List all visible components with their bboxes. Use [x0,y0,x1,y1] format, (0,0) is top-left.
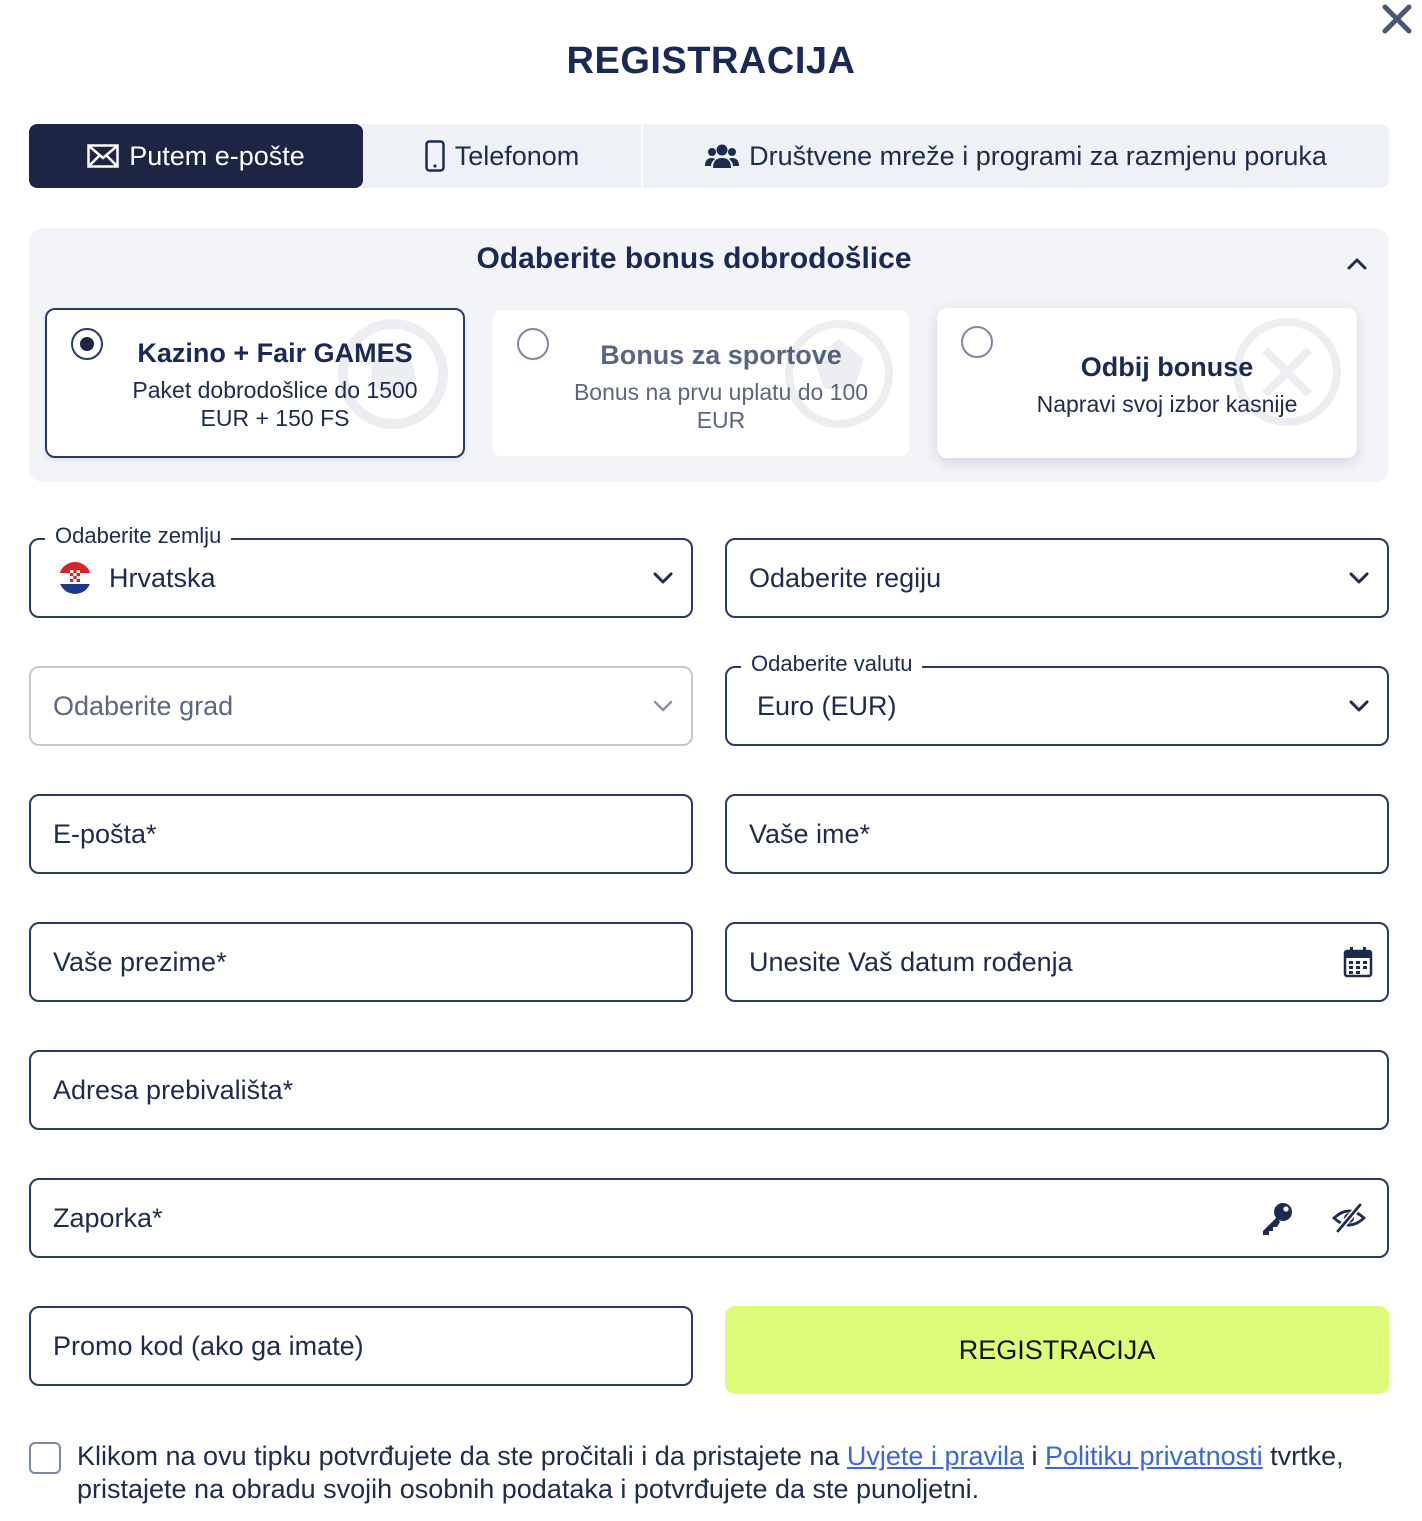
bonus-option-title: Kazino + Fair GAMES [137,338,413,368]
bonus-option-sports[interactable]: Bonus za sportove Bonus na prvu uplatu d… [491,308,911,458]
promo-code-field[interactable]: Promo kod (ako ga imate) [29,1306,693,1386]
tab-email[interactable]: Putem e-pošte [29,124,363,188]
city-placeholder: Odaberite grad [53,691,234,721]
bonus-option-title: Bonus za sportove [600,340,842,370]
chevron-down-icon [1349,700,1369,712]
bonus-option-desc: EUR [696,407,746,433]
chevron-down-icon [1349,572,1369,584]
currency-value: Euro (EUR) [757,691,897,721]
bonus-option-casino[interactable]: Kazino + Fair GAMES Paket dobrodošlice d… [45,308,465,458]
first-name-field[interactable]: Vaše ime* [725,794,1389,874]
first-name-placeholder: Vaše ime* [749,819,871,849]
region-placeholder: Odaberite regiju [749,563,942,593]
tab-phone[interactable]: Telefonom [363,124,641,188]
birth-date-placeholder: Unesite Vaš datum rođenja [749,947,1073,977]
bonus-option-desc: Paket dobrodošlice do 1500 [132,377,418,403]
bonus-radio-casino[interactable] [71,328,103,360]
terms-link[interactable]: Uvjete i pravila [847,1441,1024,1471]
password-field[interactable]: Zaporka* [29,1178,1389,1258]
privacy-link[interactable]: Politiku privatnosti [1045,1441,1263,1471]
bonus-option-desc: Bonus na prvu uplatu do 100 [573,379,869,405]
registration-method-tabs: Putem e-pošte Telefonom Društvene mreže … [29,124,1389,188]
country-value: Hrvatska [109,563,216,593]
terms-text-before: Klikom na ovu tipku potvrđujete da ste p… [77,1441,847,1471]
bonus-option-desc: EUR + 150 FS [200,405,350,431]
terms-text-between: i [1024,1441,1046,1471]
page-title: REGISTRACIJA [566,40,856,82]
country-select[interactable]: Odaberite zemlju Hrvatska [29,523,693,618]
tab-social-label: Društvene mreže i programi za razmjenu p… [749,140,1327,171]
calendar-icon[interactable] [1343,946,1373,978]
last-name-field[interactable]: Vaše prezime* [29,922,693,1002]
bonus-option-decline[interactable]: Odbij bonuse Napravi svoj izbor kasnije [937,308,1357,458]
eye-slash-icon[interactable] [1331,1200,1367,1236]
tab-phone-label: Telefonom [454,140,580,171]
tab-email-label: Putem e-pošte [129,140,305,171]
register-button[interactable]: REGISTRACIJA [725,1306,1389,1394]
chevron-down-icon [653,572,673,584]
promo-code-placeholder: Promo kod (ako ga imate) [53,1331,364,1361]
last-name-placeholder: Vaše prezime* [53,947,227,977]
address-field[interactable]: Adresa prebivališta* [29,1050,1389,1130]
croatia-flag-icon [59,562,91,594]
bonus-radio-sports[interactable] [517,328,549,360]
tab-social[interactable]: Društvene mreže i programi za razmjenu p… [643,124,1389,188]
bonus-option-desc: Napravi svoj izbor kasnije [1036,391,1298,417]
phone-icon [424,140,445,172]
chevron-down-icon [653,700,673,712]
bonus-radio-decline[interactable] [961,326,993,358]
envelope-icon [87,144,119,168]
terms-text: Klikom na ovu tipku potvrđujete da ste p… [77,1440,1377,1506]
region-select[interactable]: Odaberite regiju [725,538,1389,618]
birth-date-field[interactable]: Unesite Vaš datum rođenja [725,922,1389,1002]
key-icon[interactable] [1259,1200,1295,1236]
bonus-panel-title: Odaberite bonus dobrodošlice [476,242,912,275]
city-select[interactable]: Odaberite grad [29,666,693,746]
close-icon[interactable] [1380,2,1414,36]
password-placeholder: Zaporka* [53,1203,163,1233]
currency-select[interactable]: Odaberite valutu Euro (EUR) [725,651,1389,746]
welcome-bonus-panel: Odaberite bonus dobrodošlice Kazino + Fa… [29,228,1389,482]
users-icon [705,142,740,170]
email-field[interactable]: E-pošta* [29,794,693,874]
terms-checkbox[interactable] [29,1442,61,1474]
chevron-up-icon[interactable] [1343,250,1371,278]
bonus-option-title: Odbij bonuse [1080,352,1254,382]
address-placeholder: Adresa prebivališta* [53,1075,294,1105]
email-placeholder: E-pošta* [53,819,157,849]
